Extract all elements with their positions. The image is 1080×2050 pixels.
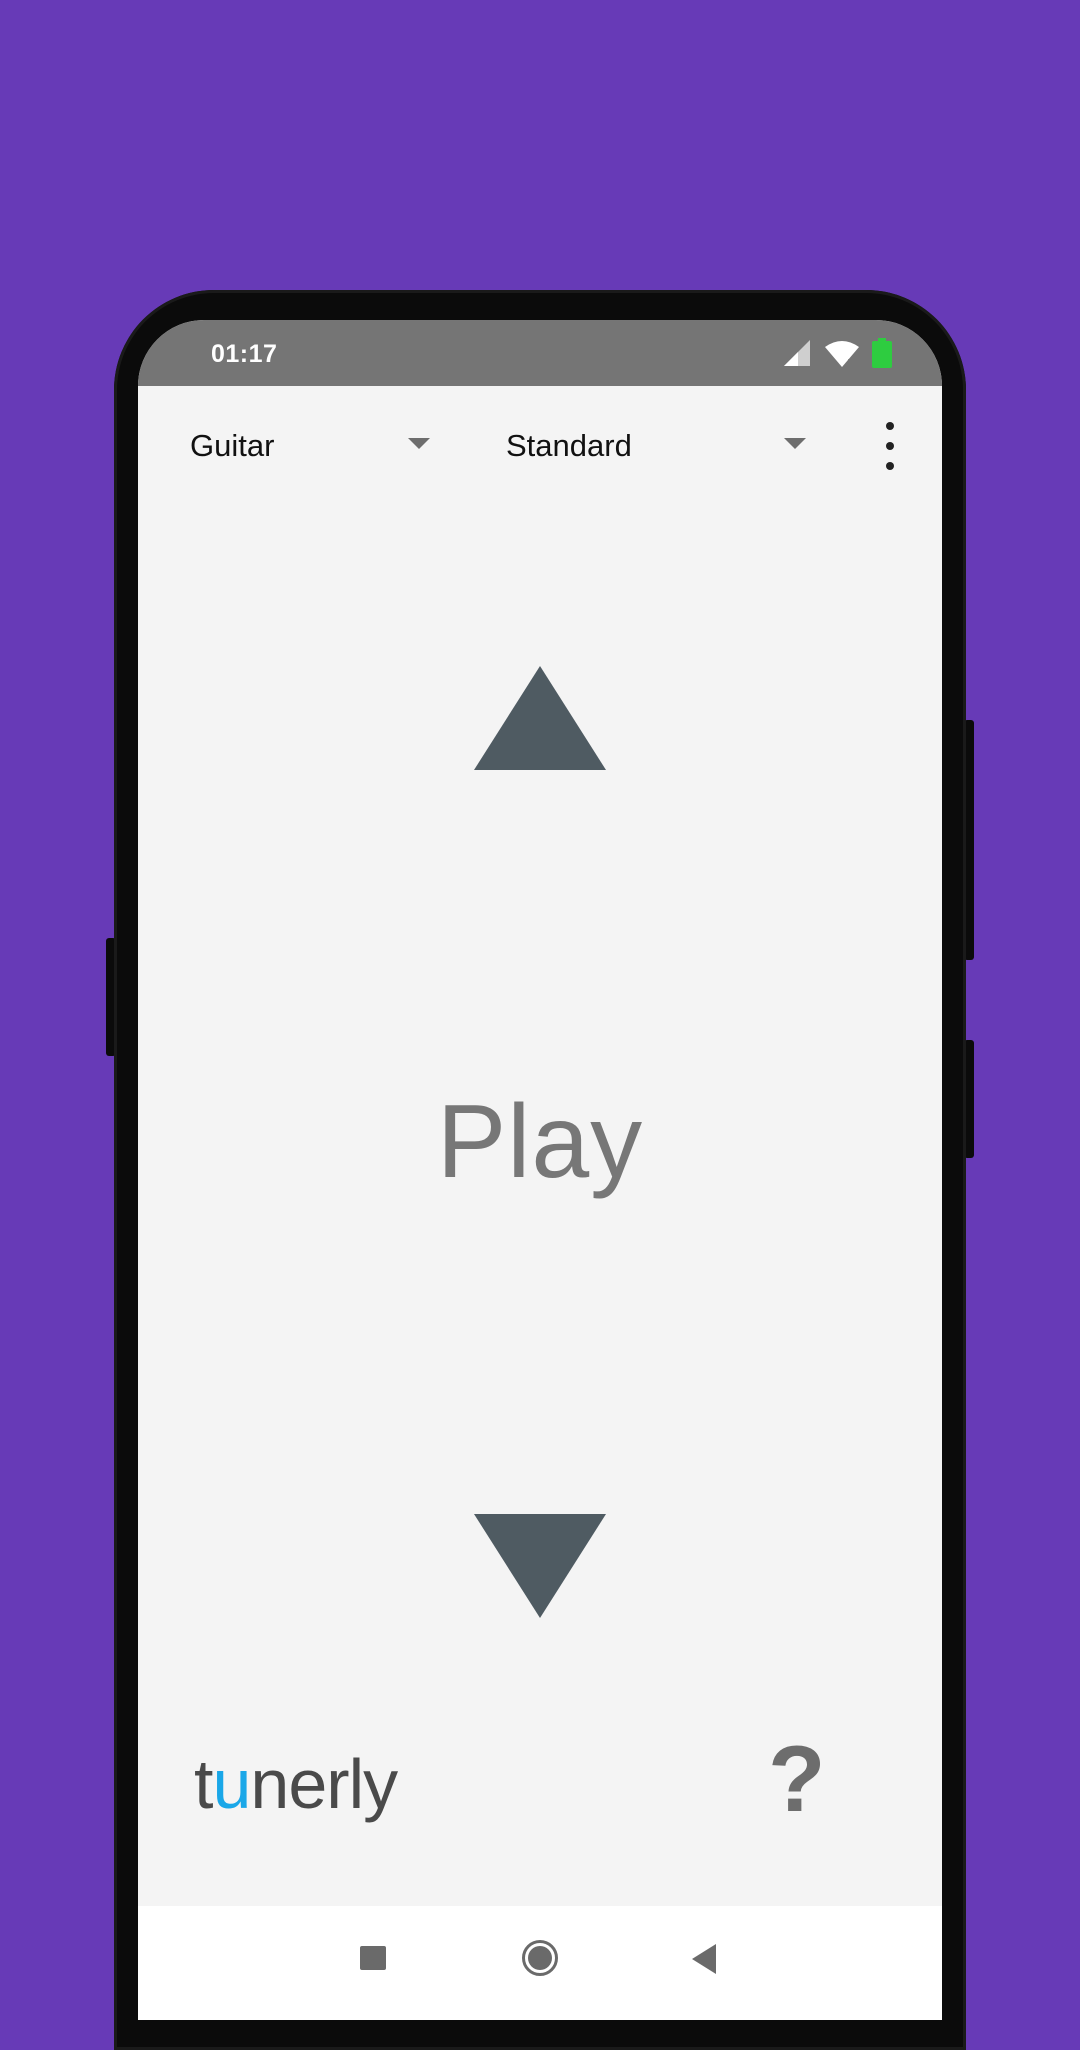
tuning-dropdown[interactable]: Standard bbox=[506, 386, 806, 506]
back-icon[interactable] bbox=[692, 1944, 716, 1974]
home-icon[interactable] bbox=[522, 1940, 558, 1976]
more-vert-icon[interactable] bbox=[878, 422, 902, 470]
chevron-down-icon bbox=[408, 438, 430, 449]
menu-dot bbox=[886, 442, 894, 450]
signal-icon bbox=[784, 340, 810, 366]
tunerly-logo: tunerly bbox=[194, 1744, 398, 1824]
status-icons: ! bbox=[782, 338, 892, 368]
menu-dot bbox=[886, 422, 894, 430]
triangle-up-icon[interactable] bbox=[474, 666, 606, 770]
tuning-dropdown-label: Standard bbox=[506, 428, 632, 463]
status-bar: 01:17 ! bbox=[138, 320, 942, 386]
home-icon-inner bbox=[528, 1946, 552, 1970]
menu-dot bbox=[886, 462, 894, 470]
logo-text-suffix: nerly bbox=[250, 1745, 398, 1823]
instrument-dropdown-label: Guitar bbox=[190, 428, 275, 463]
tuner-status-text: Play bbox=[436, 1084, 644, 1200]
toolbar: Guitar Standard bbox=[138, 386, 942, 506]
recents-icon[interactable] bbox=[360, 1946, 386, 1970]
logo-text: tunerly bbox=[194, 1745, 398, 1823]
help-button[interactable]: ? bbox=[768, 1732, 825, 1826]
system-nav-bar bbox=[138, 1906, 942, 2020]
instrument-dropdown[interactable]: Guitar bbox=[190, 386, 430, 506]
wifi-icon: ! bbox=[825, 341, 859, 367]
status-time: 01:17 bbox=[211, 340, 278, 368]
svg-text:!: ! bbox=[847, 358, 850, 367]
battery-icon bbox=[872, 338, 892, 368]
app-screen: 01:17 ! Guitar Standard Play tunerly ? bbox=[138, 320, 942, 2020]
triangle-down-icon[interactable] bbox=[474, 1514, 606, 1618]
logo-text-accent: u bbox=[212, 1745, 251, 1823]
chevron-down-icon bbox=[784, 438, 806, 449]
logo-text-prefix: t bbox=[194, 1745, 213, 1823]
